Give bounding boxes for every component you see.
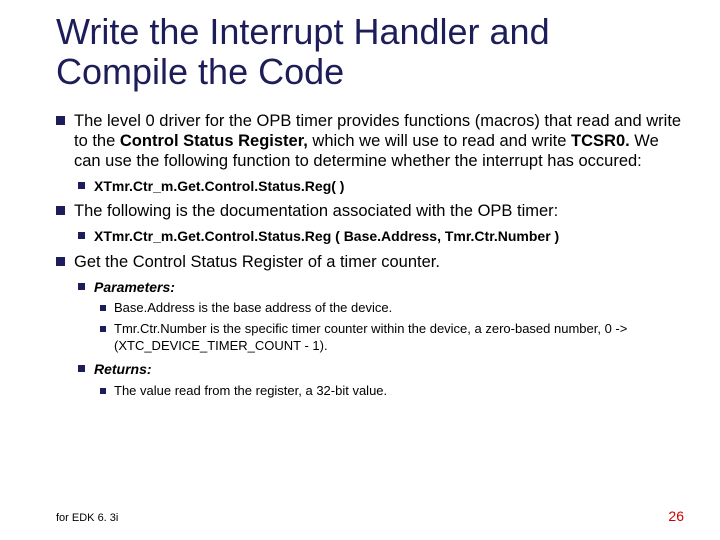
text: The value read from the register, a 32-b… xyxy=(114,383,387,398)
bullet-lvl2: XTmr.Ctr_m.Get.Control.Status.Reg ( Base… xyxy=(78,227,684,245)
bullet-lvl3: Base.Address is the base address of the … xyxy=(100,300,684,317)
content-list: The level 0 driver for the OPB timer pro… xyxy=(56,111,684,400)
footer-left: for EDK 6. 3i xyxy=(56,512,118,524)
text-bold: TCSR0. xyxy=(571,132,630,150)
text: Tmr.Ctr.Number is the specific timer cou… xyxy=(114,321,627,353)
text-bold: Control Status Register, xyxy=(120,132,308,150)
text: Base.Address is the base address of the … xyxy=(114,300,392,315)
bullet-lvl1: The following is the documentation assoc… xyxy=(56,201,684,221)
code-text: XTmr.Ctr_m.Get.Control.Status.Reg( ) xyxy=(94,178,344,194)
slide-title: Write the Interrupt Handler and Compile … xyxy=(56,12,684,93)
text: Get the Control Status Register of a tim… xyxy=(74,253,440,271)
bullet-lvl1: Get the Control Status Register of a tim… xyxy=(56,252,684,272)
text: The following is the documentation assoc… xyxy=(74,202,558,220)
code-text: XTmr.Ctr_m.Get.Control.Status.Reg ( Base… xyxy=(94,228,559,244)
bullet-lvl2: Returns: xyxy=(78,360,684,378)
text: which we will use to read and write xyxy=(308,132,571,150)
bullet-lvl3: The value read from the register, a 32-b… xyxy=(100,383,684,400)
label-parameters: Parameters: xyxy=(94,279,175,295)
bullet-lvl3: Tmr.Ctr.Number is the specific timer cou… xyxy=(100,321,684,355)
label-returns: Returns: xyxy=(94,361,152,377)
page-number: 26 xyxy=(668,508,684,524)
slide: Write the Interrupt Handler and Compile … xyxy=(0,0,720,540)
bullet-lvl1: The level 0 driver for the OPB timer pro… xyxy=(56,111,684,171)
bullet-lvl2: Parameters: xyxy=(78,278,684,296)
bullet-lvl2: XTmr.Ctr_m.Get.Control.Status.Reg( ) xyxy=(78,177,684,195)
